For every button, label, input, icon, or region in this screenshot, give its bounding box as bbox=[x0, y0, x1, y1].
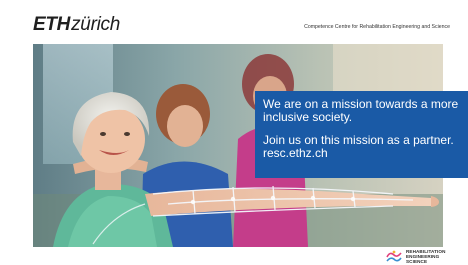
mission-url[interactable]: resc.ethz.ch bbox=[263, 147, 460, 160]
resc-logo: REHABILITATION ENGINEERING SCIENCE bbox=[385, 249, 465, 265]
resc-mark-icon bbox=[386, 250, 402, 262]
logo-eth: ETH bbox=[33, 14, 71, 35]
centre-name: Competence Centre for Rehabilitation Eng… bbox=[304, 24, 450, 30]
resc-word-science: SCIENCE bbox=[406, 259, 428, 265]
mission-statement: We are on a mission towards a more inclu… bbox=[263, 97, 459, 124]
logo-zurich: zürich bbox=[71, 14, 120, 35]
eth-zurich-logo: ETHzürich bbox=[33, 14, 120, 36]
slide: ETHzürich Competence Centre for Rehabili… bbox=[0, 0, 468, 265]
mission-box: We are on a mission towards a more inclu… bbox=[255, 91, 468, 178]
resc-words: REHABILITATION ENGINEERING SCIENCE bbox=[406, 249, 446, 265]
